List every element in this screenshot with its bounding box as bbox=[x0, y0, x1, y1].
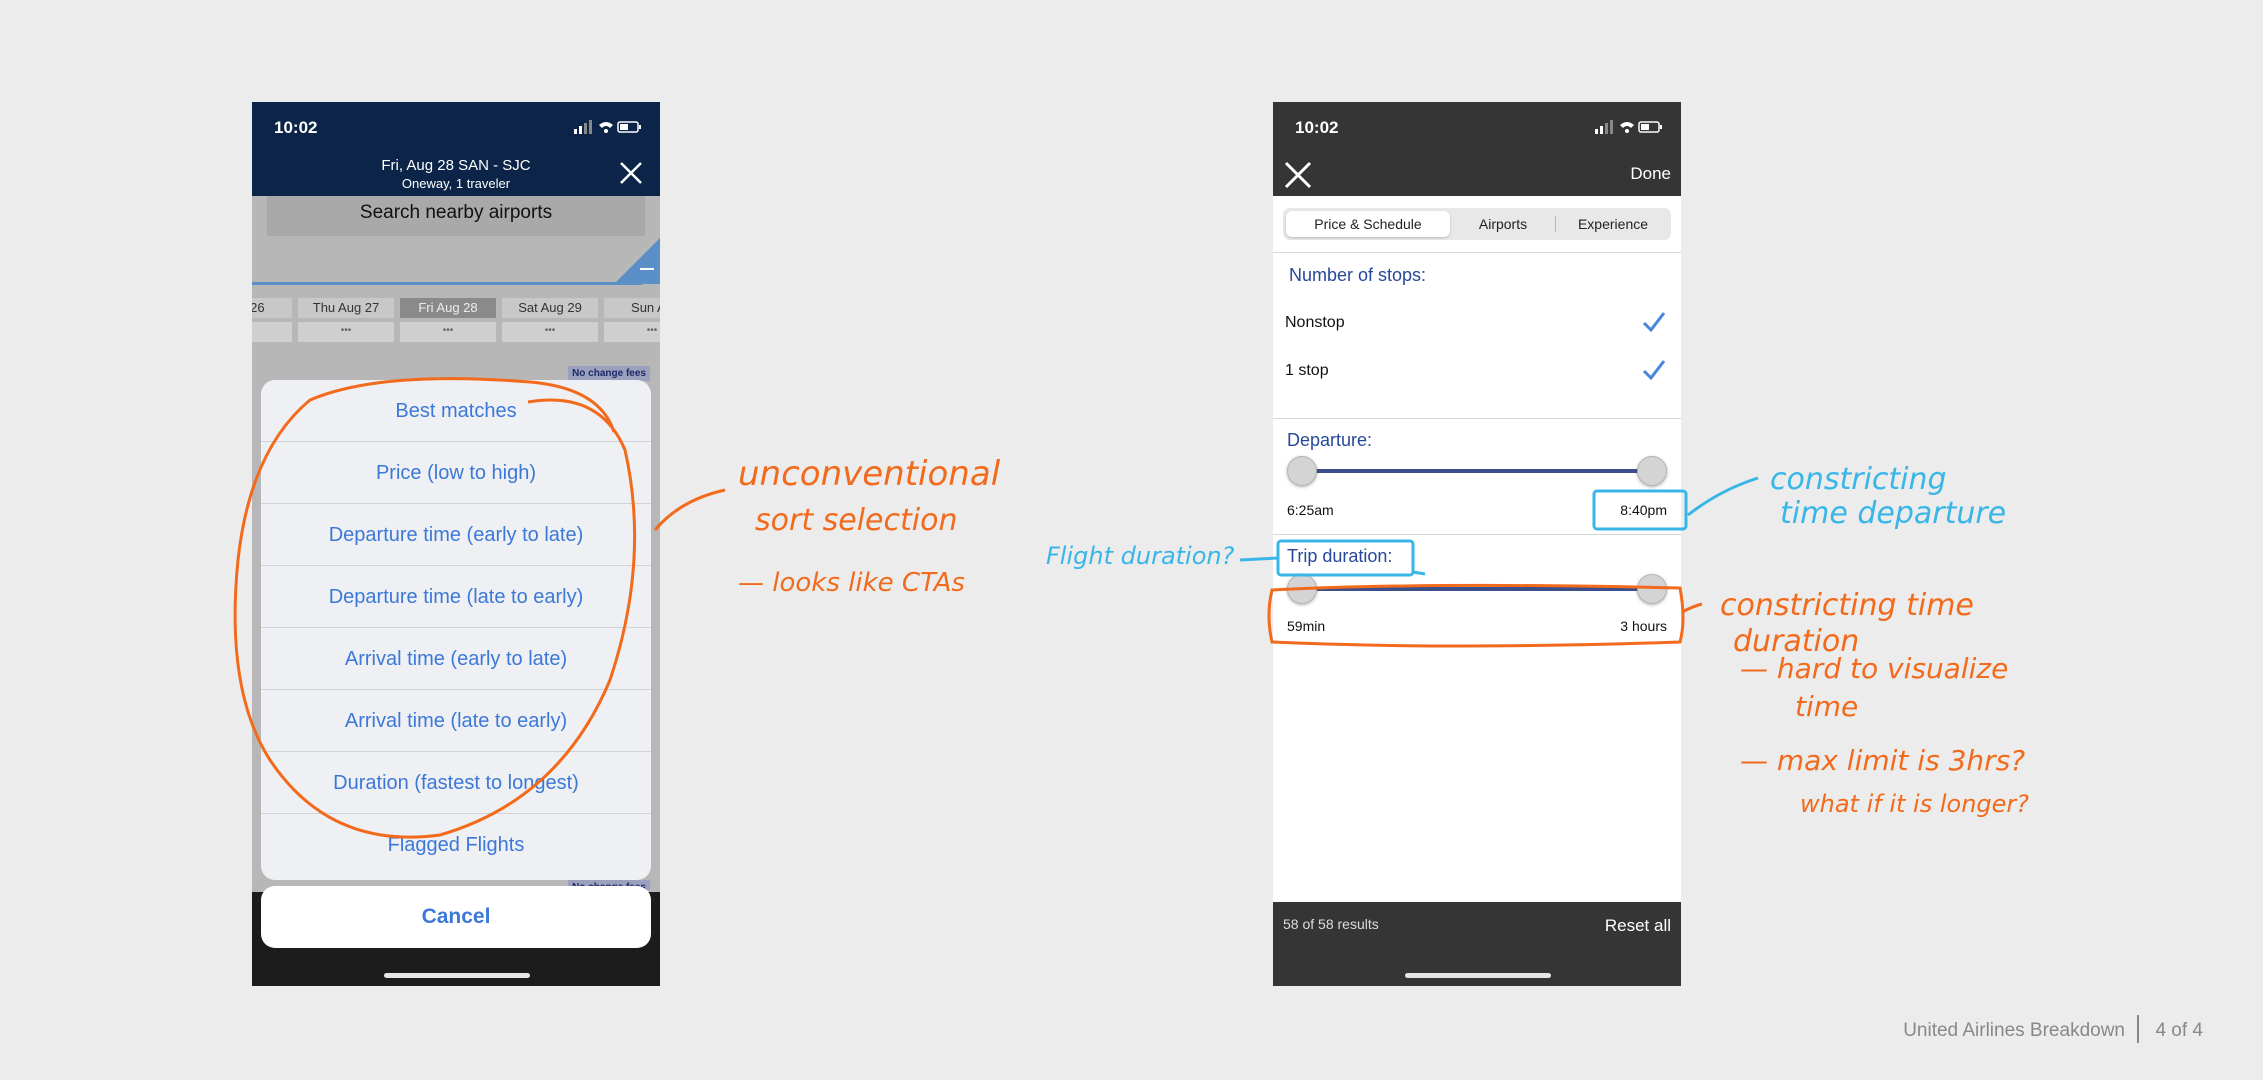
stop-option-label[interactable]: Nonstop bbox=[1285, 314, 1345, 332]
divider bbox=[1273, 252, 1681, 253]
status-icons bbox=[1595, 120, 1662, 134]
tab-price-schedule[interactable]: Price & Schedule bbox=[1286, 211, 1450, 237]
annotation-note: time bbox=[1795, 690, 1859, 723]
header-bar: 10:02 Fri, Aug 28 SAN - SJC Oneway, 1 tr… bbox=[252, 102, 660, 196]
no-change-fees-badge: No change fees bbox=[568, 366, 650, 381]
annotation-note: — max limit is 3hrs? bbox=[1740, 744, 2026, 777]
checkmark-icon[interactable] bbox=[1641, 358, 1667, 382]
sort-option-departure-early[interactable]: Departure time (early to late) bbox=[261, 504, 651, 566]
results-count: 58 of 58 results bbox=[1283, 916, 1379, 932]
date-price: ••• bbox=[298, 322, 394, 342]
date-price: ••• bbox=[604, 322, 660, 342]
filter-tabs: Price & Schedule Airports Experience bbox=[1283, 208, 1671, 240]
departure-min-label: 6:25am bbox=[1287, 502, 1334, 518]
date-tab-selected[interactable]: Fri Aug 28 bbox=[400, 298, 496, 318]
annotation-note: constricting time bbox=[1720, 588, 1974, 623]
close-icon[interactable] bbox=[1283, 160, 1313, 190]
annotation-note: sort selection bbox=[755, 503, 958, 538]
phone-filter-screen: 10:02 Done Price & Schedule Airports Exp… bbox=[1273, 102, 1681, 986]
stops-title: Number of stops: bbox=[1289, 265, 1427, 285]
tab-experience[interactable]: Experience bbox=[1557, 208, 1669, 240]
date-tab[interactable]: Sun Au bbox=[604, 298, 660, 318]
date-price: ••• bbox=[502, 322, 598, 342]
divider bbox=[1273, 534, 1681, 535]
divider bbox=[1273, 418, 1681, 419]
date-tab[interactable]: Aug 26 bbox=[252, 298, 292, 318]
sort-option-price[interactable]: Price (low to high) bbox=[261, 442, 651, 504]
home-indicator bbox=[1405, 973, 1551, 978]
status-time: 10:02 bbox=[1295, 118, 1339, 137]
done-button[interactable]: Done bbox=[1630, 164, 1671, 184]
divider-line bbox=[252, 282, 642, 285]
departure-max-handle[interactable] bbox=[1637, 456, 1667, 486]
search-nearby-button[interactable]: Search nearby airports bbox=[267, 196, 645, 236]
annotation-note: time departure bbox=[1780, 496, 2007, 531]
sort-option-arrival-early[interactable]: Arrival time (early to late) bbox=[261, 628, 651, 690]
deck-title: United Airlines Breakdown bbox=[1903, 1020, 2125, 1041]
duration-max-label: 3 hours bbox=[1620, 618, 1667, 634]
sort-option-departure-late[interactable]: Departure time (late to early) bbox=[261, 566, 651, 628]
reset-all-button[interactable]: Reset all bbox=[1605, 916, 1671, 936]
annotation-note: — hard to visualize bbox=[1740, 652, 2009, 685]
sort-option-best-matches[interactable]: Best matches bbox=[261, 380, 651, 442]
sort-option-arrival-late[interactable]: Arrival time (late to early) bbox=[261, 690, 651, 752]
annotation-note: unconventional bbox=[738, 454, 1001, 494]
annotation-note: Flight duration? bbox=[1046, 542, 1235, 570]
route-subtitle: Oneway, 1 traveler bbox=[401, 176, 511, 191]
home-indicator bbox=[384, 973, 530, 978]
sort-option-duration[interactable]: Duration (fastest to longest) bbox=[261, 752, 651, 814]
tab-airports[interactable]: Airports bbox=[1453, 208, 1553, 240]
phone-sort-screen: 10:02 Fri, Aug 28 SAN - SJC Oneway, 1 tr… bbox=[252, 102, 660, 986]
close-icon[interactable] bbox=[618, 160, 644, 186]
annotation-note: — looks like CTAs bbox=[738, 568, 965, 598]
departure-title: Departure: bbox=[1287, 430, 1373, 450]
annotation-note: constricting bbox=[1770, 462, 1947, 497]
date-strip: Aug 26 ••• Thu Aug 27 ••• Fri Aug 28 •••… bbox=[252, 298, 660, 348]
arrow-annotation bbox=[1681, 602, 1703, 614]
route-title: Fri, Aug 28 SAN - SJC bbox=[381, 157, 531, 174]
trip-duration-title: Trip duration: bbox=[1287, 546, 1393, 566]
stop-option-label[interactable]: 1 stop bbox=[1285, 362, 1329, 380]
sort-action-sheet: Best matches Price (low to high) Departu… bbox=[261, 380, 651, 880]
arrow-annotation bbox=[653, 488, 726, 531]
header-bar: 10:02 Done bbox=[1273, 102, 1681, 196]
duration-slider-track[interactable] bbox=[1301, 587, 1655, 591]
duration-min-handle[interactable] bbox=[1287, 574, 1317, 604]
status-time: 10:02 bbox=[274, 118, 318, 137]
footer-divider bbox=[2137, 1015, 2139, 1043]
date-price: ••• bbox=[400, 322, 496, 342]
departure-max-label: 8:40pm bbox=[1620, 502, 1667, 518]
departure-slider-track[interactable] bbox=[1301, 469, 1655, 473]
filter-footer: 58 of 58 results Reset all bbox=[1273, 902, 1681, 986]
duration-max-handle[interactable] bbox=[1637, 574, 1667, 604]
annotation-note: what if it is longer? bbox=[1800, 790, 2030, 818]
calendar-corner-icon[interactable] bbox=[614, 238, 660, 284]
duration-min-label: 59min bbox=[1287, 618, 1326, 634]
checkmark-icon[interactable] bbox=[1641, 310, 1667, 334]
status-icons bbox=[574, 120, 641, 134]
cancel-button[interactable]: Cancel bbox=[261, 886, 651, 948]
date-price: ••• bbox=[252, 322, 292, 342]
page-number: 4 of 4 bbox=[2155, 1020, 2203, 1041]
date-tab[interactable]: Sat Aug 29 bbox=[502, 298, 598, 318]
tab-divider bbox=[1555, 216, 1556, 232]
sort-option-flagged[interactable]: Flagged Flights bbox=[261, 814, 651, 876]
arrow-annotation bbox=[1687, 476, 1759, 517]
date-tab[interactable]: Thu Aug 27 bbox=[298, 298, 394, 318]
departure-min-handle[interactable] bbox=[1287, 456, 1317, 486]
